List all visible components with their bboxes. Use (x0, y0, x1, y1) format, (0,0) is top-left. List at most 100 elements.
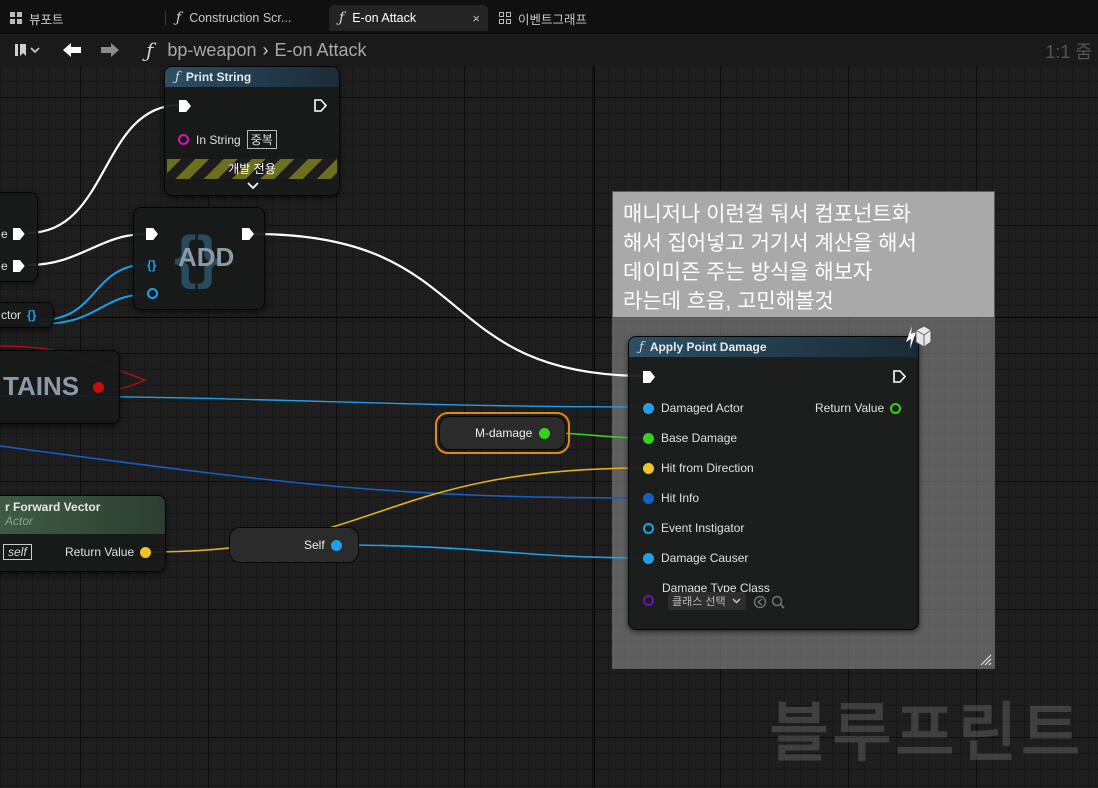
pin-label: Damage Causer (661, 551, 749, 565)
exec-in-pin[interactable] (179, 100, 191, 112)
exec-out-pin[interactable] (893, 370, 906, 383)
close-tab-icon[interactable]: × (472, 11, 480, 26)
exec-out-pin[interactable] (242, 228, 254, 240)
hit-info-pin[interactable]: Hit Info (643, 491, 699, 505)
get-forward-vector-node[interactable]: r Forward Vector Actor self Return Value (0, 495, 166, 572)
m-damage-node[interactable]: M-damage (439, 416, 566, 450)
class-pin-icon[interactable] (643, 595, 654, 606)
back-arrow-icon (63, 43, 81, 57)
in-string-input[interactable]: 중복 (246, 130, 277, 149)
event-instigator-pin[interactable]: Event Instigator (643, 521, 744, 535)
pin-label: Damaged Actor (661, 401, 744, 415)
exec-in-pin[interactable] (146, 228, 158, 240)
object-pin-icon (330, 539, 342, 551)
tab-event-graph[interactable]: 이벤트그래프 (489, 5, 659, 31)
array-add-node[interactable]: {} ADD {} (133, 207, 265, 310)
return-value-pin[interactable]: Return Value (65, 545, 158, 559)
tab-e-on-attack[interactable]: ƒ E-on Attack × (329, 5, 488, 31)
development-only-banner: 개발 전용 (167, 159, 337, 179)
tab-label: 뷰포트 (29, 12, 64, 27)
document-tab-bar: 뷰포트 ƒ Construction Scr... ƒ E-on Attack … (0, 0, 1098, 34)
tab-label: 이벤트그래프 (518, 12, 588, 27)
class-select-dropdown[interactable]: 클래스 선택 (668, 592, 746, 610)
pin-label: Hit Info (661, 491, 700, 505)
pin-label: e (1, 227, 8, 241)
chevron-right-icon: › (262, 39, 269, 60)
back-button[interactable] (58, 39, 86, 61)
event-graph-icon (499, 12, 511, 24)
float-pin-icon (539, 427, 551, 439)
node-title: Print String (185, 70, 252, 84)
self-node[interactable]: Self (229, 527, 359, 563)
zoom-level: 1:1 줌 (1045, 42, 1092, 62)
exec-in-pin[interactable] (643, 371, 655, 383)
tab-label: E-on Attack (352, 11, 417, 25)
function-icon: ƒ (146, 38, 154, 62)
forward-arrow-icon (101, 43, 119, 57)
struct-pin-icon (643, 492, 654, 504)
actor-pin[interactable]: ctor {} (1, 308, 36, 322)
pin-label: ctor (1, 308, 22, 322)
bool-pin-icon[interactable] (93, 382, 104, 393)
dropdown-value: 클래스 선택 (672, 596, 726, 608)
vector-pin-icon (643, 462, 654, 474)
exec-pin-icon (12, 260, 25, 272)
base-damage-pin[interactable]: Base Damage (643, 431, 737, 445)
tab-viewport[interactable]: 뷰포트 (0, 5, 165, 31)
bookmark-dropdown[interactable] (10, 39, 44, 61)
latent-icon (906, 325, 932, 349)
hit-from-direction-pin[interactable]: Hit from Direction (643, 461, 754, 475)
exec-out-pin[interactable]: e (1, 259, 25, 273)
pin-label: Return Value (815, 401, 885, 415)
pin-label: e (1, 259, 8, 273)
partial-actor-node[interactable]: ctor {} (0, 302, 54, 328)
vector-pin-icon (140, 546, 152, 558)
browse-search-icon[interactable] (771, 595, 785, 609)
breadcrumb-blueprint[interactable]: bp-weapon (167, 40, 256, 61)
graph-toolbar: ƒ bp-weapon › E-on Attack 1:1 줌 (0, 34, 1098, 66)
in-string-pin[interactable]: In String 중복 (178, 130, 277, 149)
blueprint-watermark: 블루프린트 (769, 697, 1084, 769)
exec-wire (253, 232, 647, 378)
node-header: ƒ Print String (165, 67, 339, 87)
use-selected-icon[interactable] (753, 595, 767, 609)
blueprint-editor: 뷰포트 ƒ Construction Scr... ƒ E-on Attack … (0, 0, 1098, 788)
object-pin-icon (643, 522, 654, 534)
exec-out-pin[interactable] (314, 99, 327, 112)
node-title: ADD (178, 242, 235, 272)
breadcrumb: ƒ bp-weapon › E-on Attack (146, 38, 367, 62)
apply-point-damage-node[interactable]: ƒ Apply Point Damage Damaged Actor Retur… (628, 325, 932, 630)
damage-causer-pin[interactable]: Damage Causer (643, 551, 748, 565)
float-pin-icon (890, 402, 902, 414)
breadcrumb-function: E-on Attack (274, 39, 367, 60)
string-pin-icon (178, 134, 189, 145)
new-item-pin[interactable] (147, 288, 158, 299)
contains-node[interactable]: TAINS (0, 350, 120, 424)
vector-wire (149, 467, 647, 553)
node-header: r Forward Vector Actor (0, 496, 165, 534)
forward-button[interactable] (96, 39, 124, 61)
tab-label: Construction Scr... (189, 11, 292, 25)
node-subtitle: Actor (5, 514, 34, 528)
node-title: Apply Point Damage (649, 340, 767, 354)
node-label: Self (304, 538, 325, 552)
target-self-input[interactable]: self (3, 544, 32, 560)
chevron-down-icon[interactable] (247, 182, 259, 190)
pin-label: Return Value (65, 545, 135, 559)
node-title: r Forward Vector (5, 500, 101, 514)
m-damage-selection: M-damage (435, 412, 570, 454)
exec-out-pin[interactable]: e (1, 227, 25, 241)
function-icon: ƒ (176, 10, 182, 26)
return-value-pin[interactable]: Return Value (815, 401, 902, 415)
node-title: TAINS (3, 371, 80, 401)
exec-wire (27, 232, 147, 267)
print-string-node[interactable]: ƒ Print String In String 중복 개발 전용 (164, 66, 340, 196)
damaged-actor-pin[interactable]: Damaged Actor (643, 401, 744, 415)
partial-node-left[interactable]: e e (0, 192, 38, 282)
target-array-pin[interactable]: {} (147, 258, 156, 272)
dev-only-label: 개발 전용 (228, 162, 276, 176)
array-pin-icon: {} (27, 308, 37, 322)
graph-canvas[interactable]: 매니저나 이런걸 둬서 컴포넌트화 해서 집어넣고 거기서 계산을 해서 데이미… (0, 66, 1098, 788)
float-pin-icon (643, 432, 654, 444)
tab-construction-script[interactable]: ƒ Construction Scr... (166, 5, 328, 31)
